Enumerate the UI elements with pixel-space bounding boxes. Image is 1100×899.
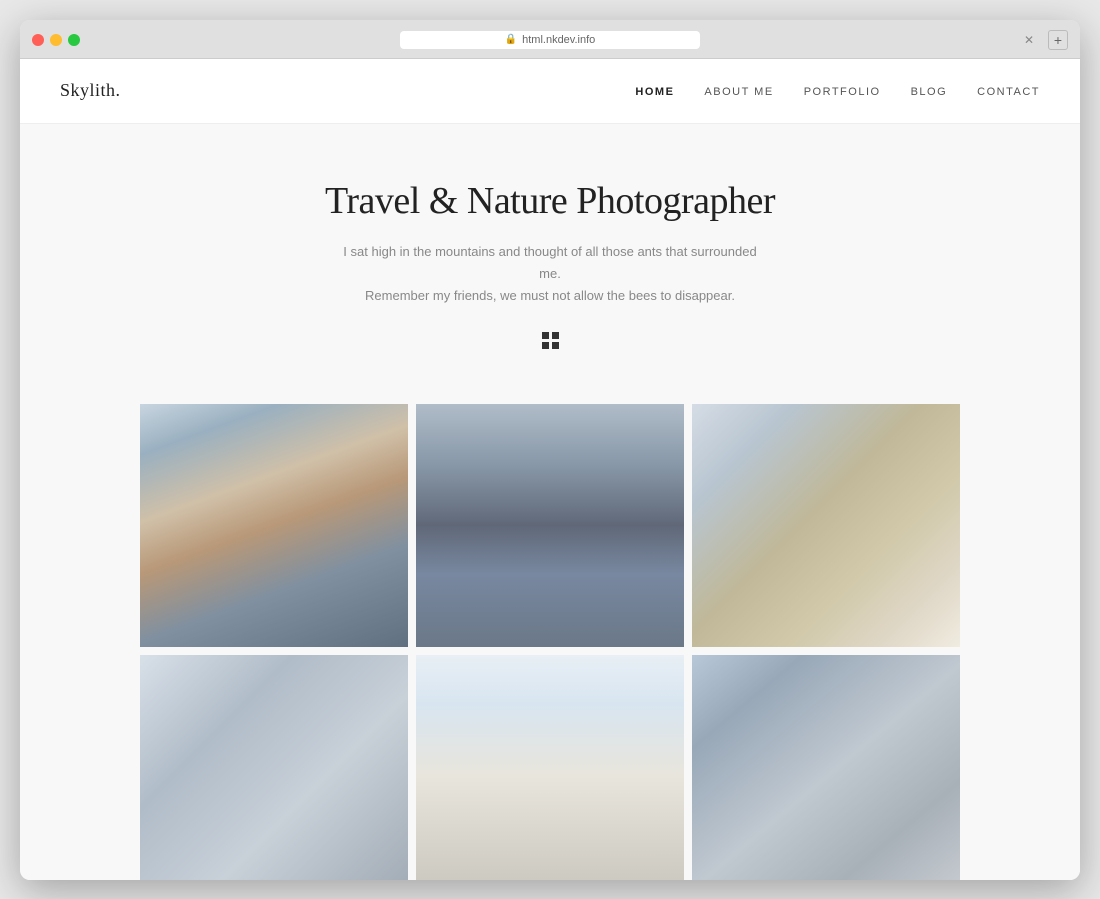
address-bar: 🔒 html.nkdev.info [90,31,1010,49]
grid-dot [542,342,549,349]
browser-window: 🔒 html.nkdev.info ✕ + Skylith. HOME ABOU… [20,20,1080,880]
nav-item-portfolio[interactable]: PORTFOLIO [804,82,881,100]
maximize-button[interactable] [68,34,80,46]
grid-toggle-icon[interactable] [540,332,560,349]
hero-subtitle: I sat high in the mountains and thought … [340,241,760,307]
hero-title: Travel & Nature Photographer [60,179,1040,223]
hero-subtitle-line2: Remember my friends, we must not allow t… [365,288,735,303]
site-logo[interactable]: Skylith. [60,80,121,101]
url-text: html.nkdev.info [522,34,595,46]
grid-item-1[interactable] [140,404,408,648]
minimize-button[interactable] [50,34,62,46]
hero-subtitle-line1: I sat high in the mountains and thought … [343,244,756,281]
hero-section: Travel & Nature Photographer I sat high … [20,124,1080,384]
grid-item-6[interactable] [692,655,960,879]
tab-close-button[interactable]: ✕ [1020,31,1038,49]
nav-links: HOME ABOUT ME PORTFOLIO BLOG CONTACT [635,82,1040,100]
nav-link-about[interactable]: ABOUT ME [704,86,773,98]
grid-dot [552,332,559,339]
grid-row-2 [140,655,960,879]
grid-dot [552,342,559,349]
grid-item-3[interactable] [692,404,960,648]
grid-dot [542,332,549,339]
nav-item-blog[interactable]: BLOG [911,82,948,100]
grid-item-4[interactable] [140,655,408,879]
nav-item-home[interactable]: HOME [635,82,674,100]
nav-link-contact[interactable]: CONTACT [977,86,1040,98]
traffic-lights [32,34,80,46]
close-button[interactable] [32,34,44,46]
navbar: Skylith. HOME ABOUT ME PORTFOLIO BLOG CO… [20,59,1080,124]
new-tab-button[interactable]: + [1048,30,1068,50]
grid-row-1 [140,404,960,648]
grid-item-5[interactable] [416,655,684,879]
nav-item-contact[interactable]: CONTACT [977,82,1040,100]
grid-item-2[interactable] [416,404,684,648]
nav-link-home[interactable]: HOME [635,86,674,98]
page-content: Skylith. HOME ABOUT ME PORTFOLIO BLOG CO… [20,59,1080,880]
nav-link-blog[interactable]: BLOG [911,86,948,98]
nav-link-portfolio[interactable]: PORTFOLIO [804,86,881,98]
url-bar[interactable]: 🔒 html.nkdev.info [400,31,700,49]
lock-icon: 🔒 [505,34,517,45]
photo-grid [20,384,1080,880]
nav-item-about[interactable]: ABOUT ME [704,82,773,100]
browser-chrome: 🔒 html.nkdev.info ✕ + [20,20,1080,59]
